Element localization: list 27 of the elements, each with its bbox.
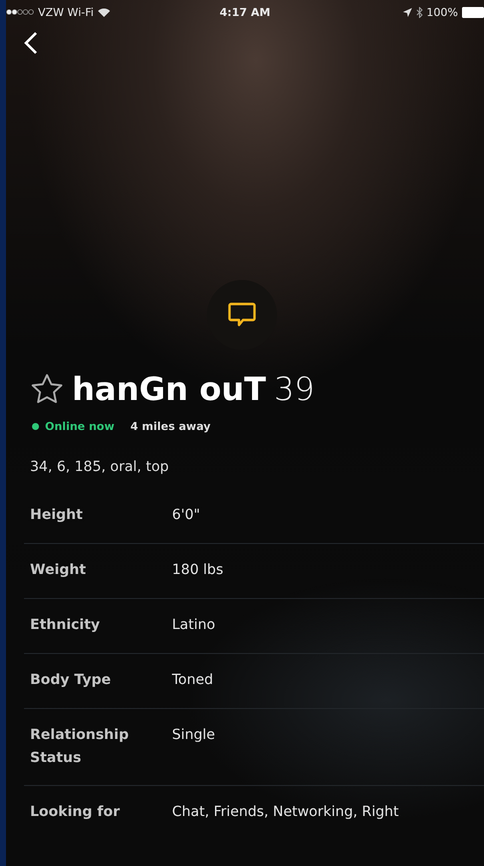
detail-label: Looking for bbox=[30, 803, 121, 822]
battery-icon bbox=[462, 6, 484, 18]
location-arrow-icon bbox=[402, 8, 412, 16]
bluetooth-icon bbox=[416, 6, 423, 18]
detail-label: Body Type bbox=[30, 671, 112, 690]
status-time: 4:17 AM bbox=[218, 6, 272, 18]
profile-tagline: 34, 6, 185, oral, top bbox=[30, 459, 170, 475]
detail-value: Toned bbox=[172, 671, 214, 690]
detail-value: Single bbox=[172, 726, 216, 745]
detail-label: Relationship Status bbox=[30, 726, 130, 768]
online-status: Online now bbox=[45, 420, 114, 433]
detail-value: 6'0" bbox=[172, 506, 200, 525]
star-icon[interactable] bbox=[30, 373, 64, 405]
signal-icon bbox=[6, 9, 34, 15]
chat-bubble-icon bbox=[228, 302, 256, 328]
distance-label: 4 miles away bbox=[130, 420, 211, 433]
battery-percent: 100% bbox=[426, 6, 458, 18]
detail-label: Weight bbox=[30, 561, 87, 580]
detail-label: Ethnicity bbox=[30, 616, 101, 635]
profile-age: 39 bbox=[274, 370, 315, 408]
detail-value: 180 lbs bbox=[172, 561, 224, 580]
detail-label: Height bbox=[30, 506, 84, 525]
detail-value: Latino bbox=[172, 616, 216, 635]
carrier-label: VZW Wi-Fi bbox=[38, 6, 94, 18]
profile-name: hanGn ouT bbox=[72, 370, 266, 408]
detail-value: Chat, Friends, Networking, Right bbox=[172, 803, 399, 822]
wifi-icon bbox=[98, 8, 110, 16]
